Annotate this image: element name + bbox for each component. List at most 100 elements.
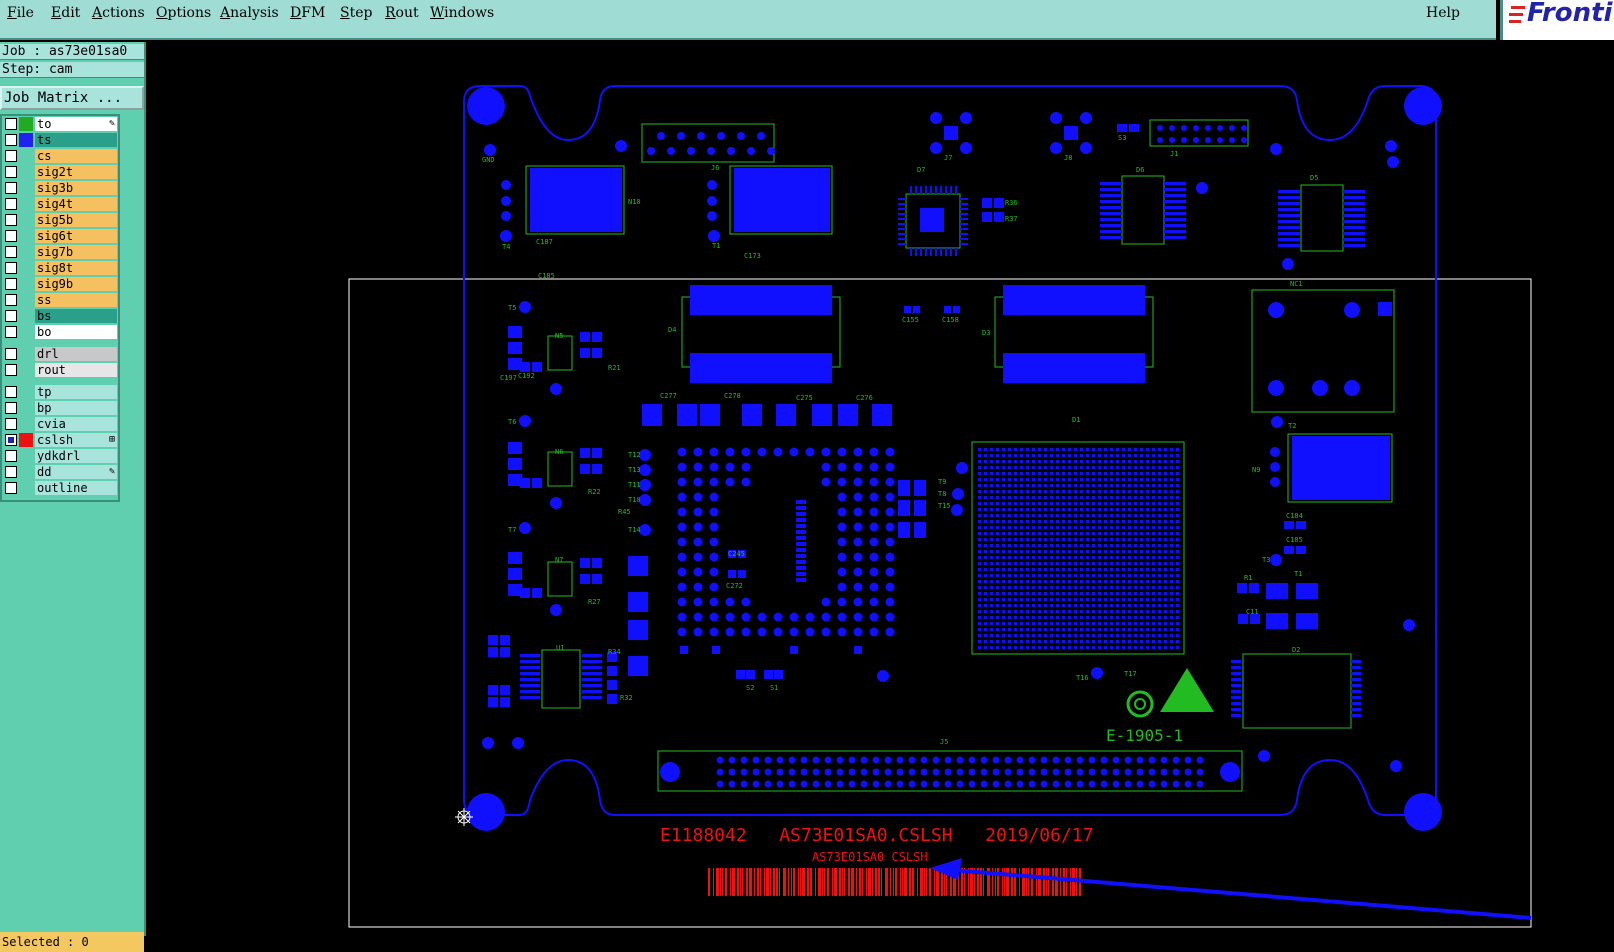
layer-row-sig5b[interactable]: sig5b (2, 212, 118, 228)
layer-row-ss[interactable]: ss (2, 292, 118, 308)
menu-analysis[interactable]: Analysis (220, 5, 279, 21)
layer-row-sig3b[interactable]: sig3b (2, 180, 118, 196)
layer-checkbox[interactable] (5, 278, 17, 290)
layer-name[interactable]: sig8t (35, 261, 117, 275)
layer-checkbox[interactable] (5, 246, 17, 258)
layer-color-swatch[interactable] (19, 385, 33, 399)
layer-color-swatch[interactable] (19, 449, 33, 463)
layer-row-ydkdrl[interactable]: ydkdrl (2, 448, 118, 464)
layer-row-sig2t[interactable]: sig2t (2, 164, 118, 180)
layer-row-bp[interactable]: bp (2, 400, 118, 416)
layer-checkbox[interactable] (5, 348, 17, 360)
layer-row-sig4t[interactable]: sig4t (2, 196, 118, 212)
layer-checkbox[interactable] (5, 482, 17, 494)
layer-name[interactable]: bs (35, 309, 117, 323)
layer-color-swatch[interactable] (19, 277, 33, 291)
menu-windows[interactable]: Windows (430, 5, 494, 21)
menu-rout[interactable]: Rout (385, 5, 419, 21)
layer-name[interactable]: sig4t (35, 197, 117, 211)
layer-checkbox[interactable] (5, 198, 17, 210)
layer-color-swatch[interactable] (19, 347, 33, 361)
layer-color-swatch[interactable] (19, 433, 33, 447)
graphics-canvas[interactable]: GND T4 N10 C187 J6 T1 C173 D7 R36 R37 J7 J8 J1 S3 D6 D5… (146, 42, 1614, 936)
layer-name[interactable]: sig5b (35, 213, 117, 227)
layer-checkbox[interactable] (5, 182, 17, 194)
layer-checkbox[interactable] (5, 134, 17, 146)
layer-name[interactable]: cslsh ⊞ (35, 433, 117, 447)
layer-name[interactable]: sig9b (35, 277, 117, 291)
layer-checkbox[interactable] (5, 310, 17, 322)
layer-name[interactable]: sig7b (35, 245, 117, 259)
layer-row-sig7b[interactable]: sig7b (2, 244, 118, 260)
layer-color-swatch[interactable] (19, 309, 33, 323)
layer-checkbox[interactable] (5, 118, 17, 130)
layer-color-swatch[interactable] (19, 213, 33, 227)
layer-row-bo[interactable]: bo (2, 324, 118, 340)
layer-row-sig6t[interactable]: sig6t (2, 228, 118, 244)
layer-checkbox[interactable] (5, 166, 17, 178)
job-matrix-button[interactable]: Job Matrix ... (0, 86, 144, 110)
menu-dfm[interactable]: DFM (290, 5, 325, 21)
layer-row-cs[interactable]: cs (2, 148, 118, 164)
layer-name[interactable]: sig3b (35, 181, 117, 195)
layer-color-swatch[interactable] (19, 481, 33, 495)
layer-row-ts[interactable]: ts (2, 132, 118, 148)
layer-color-swatch[interactable] (19, 197, 33, 211)
layer-checkbox[interactable] (5, 418, 17, 430)
layer-name[interactable]: ss (35, 293, 117, 307)
menu-file[interactable]: File (7, 5, 34, 21)
layer-color-swatch[interactable] (19, 133, 33, 147)
layer-checkbox[interactable] (5, 150, 17, 162)
layer-name[interactable]: rout (35, 363, 117, 377)
menu-help[interactable]: Help (1426, 5, 1460, 21)
layer-name[interactable]: dd ✎ (35, 465, 117, 479)
layer-checkbox[interactable] (5, 434, 17, 446)
layer-name[interactable]: bo (35, 325, 117, 339)
layer-checkbox[interactable] (5, 466, 17, 478)
layer-name[interactable]: cs (35, 149, 117, 163)
layer-color-swatch[interactable] (19, 149, 33, 163)
layer-row-outline[interactable]: outline (2, 480, 118, 496)
layer-name[interactable]: to ✎ (35, 117, 117, 131)
layer-color-swatch[interactable] (19, 181, 33, 195)
layer-checkbox[interactable] (5, 402, 17, 414)
pcb-view[interactable]: GNDT4N10C187J6T1C173D7R36R37J7 J8 J1S3D6D5… (146, 42, 1614, 936)
layer-color-swatch[interactable] (19, 165, 33, 179)
layer-name[interactable]: cvia (35, 417, 117, 431)
layer-row-bs[interactable]: bs (2, 308, 118, 324)
layer-name[interactable]: ts (35, 133, 117, 147)
layer-name[interactable]: bp (35, 401, 117, 415)
menu-options[interactable]: Options (156, 5, 211, 21)
layer-row-cvia[interactable]: cvia (2, 416, 118, 432)
layer-color-swatch[interactable] (19, 363, 33, 377)
menu-edit[interactable]: Edit (51, 5, 80, 21)
layer-color-swatch[interactable] (19, 325, 33, 339)
layer-color-swatch[interactable] (19, 117, 33, 131)
layer-color-swatch[interactable] (19, 229, 33, 243)
layer-checkbox[interactable] (5, 214, 17, 226)
menu-actions[interactable]: Actions (92, 5, 145, 21)
layer-checkbox[interactable] (5, 364, 17, 376)
layer-checkbox[interactable] (5, 386, 17, 398)
layer-row-cslsh[interactable]: cslsh ⊞ (2, 432, 118, 448)
layer-name[interactable]: outline (35, 481, 117, 495)
layer-checkbox[interactable] (5, 450, 17, 462)
layer-checkbox[interactable] (5, 230, 17, 242)
layer-row-dd[interactable]: dd ✎ (2, 464, 118, 480)
layer-color-swatch[interactable] (19, 417, 33, 431)
layer-color-swatch[interactable] (19, 465, 33, 479)
layer-name[interactable]: sig2t (35, 165, 117, 179)
layer-row-sig9b[interactable]: sig9b (2, 276, 118, 292)
layer-color-swatch[interactable] (19, 245, 33, 259)
menu-step[interactable]: Step (340, 5, 372, 21)
layer-color-swatch[interactable] (19, 401, 33, 415)
layer-row-sig8t[interactable]: sig8t (2, 260, 118, 276)
layer-checkbox[interactable] (5, 326, 17, 338)
layer-name[interactable]: drl (35, 347, 117, 361)
layer-color-swatch[interactable] (19, 293, 33, 307)
layer-name[interactable]: tp (35, 385, 117, 399)
layer-row-drl[interactable]: drl (2, 346, 118, 362)
layer-row-tp[interactable]: tp (2, 384, 118, 400)
layer-row-to[interactable]: to ✎ (2, 116, 118, 132)
layer-row-rout[interactable]: rout (2, 362, 118, 378)
